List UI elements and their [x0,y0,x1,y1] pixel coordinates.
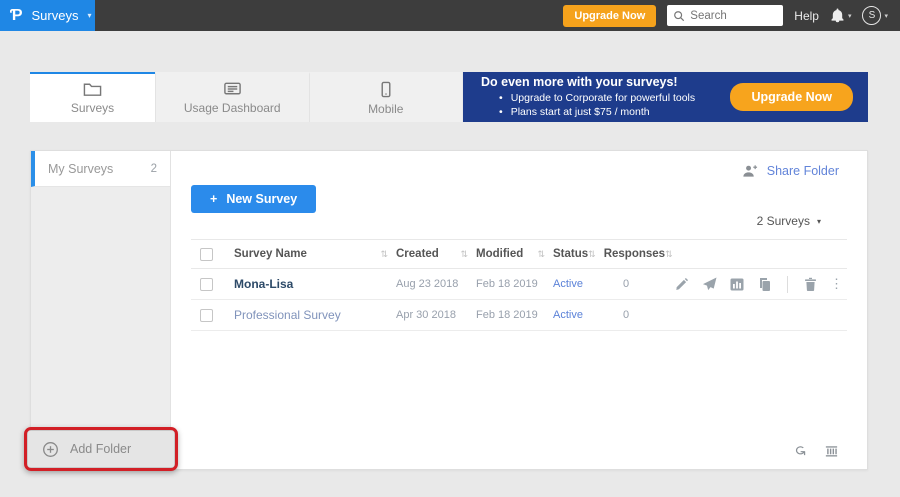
account-menu[interactable]: S ▾ [862,6,888,25]
select-all-checkbox[interactable] [200,248,213,261]
chevron-down-icon: ▾ [884,12,888,20]
row-checkbox[interactable] [200,278,213,291]
sort-icon[interactable]: ⇅ [537,249,545,260]
avatar: S [862,6,881,25]
bell-icon [830,8,845,23]
tab-usage-dashboard[interactable]: Usage Dashboard [155,72,309,122]
card-footer-icons: ↺ [793,443,839,458]
header-cell-responses: Responses ⇅ [604,248,681,260]
tab-label: Usage Dashboard [184,101,281,115]
chevron-down-icon: ▾ [848,12,852,20]
survey-list-panel: Share Folder + New Survey 2 Surveys ▾ Su… [171,151,867,469]
bullet-icon: • [499,105,503,119]
responses-count: 0 [599,278,669,290]
promo-bullet-list: • Upgrade to Corporate for powerful tool… [481,91,730,119]
sort-icon[interactable]: ⇅ [665,249,673,260]
help-link[interactable]: Help [794,9,819,23]
header-cell-created: Created ⇅ [396,248,476,260]
tab-label: Surveys [71,101,114,115]
search-input[interactable] [690,10,777,22]
plus-circle-icon [42,441,59,458]
person-plus-icon [741,164,758,178]
chevron-down-icon: ▾ [87,11,91,20]
more-options-kebab-icon[interactable]: ⋮ [830,280,843,287]
promo-text: Do even more with your surveys! • Upgrad… [463,75,730,119]
table-row: Professional Survey Apr 30 2018 Feb 18 2… [191,300,847,331]
surveys-card: My Surveys 2 Add Folder Share Folder + [30,150,868,470]
results-chart-icon[interactable] [730,278,744,291]
add-folder-button[interactable]: Add Folder [27,430,175,468]
folder-count-badge: 2 [151,163,157,175]
promo-bullet: • Plans start at just $75 / month [481,105,730,119]
tab-label: Mobile [368,102,403,116]
survey-name-link[interactable]: Professional Survey [234,308,341,322]
created-date: Aug 23 2018 [396,278,476,290]
surveys-table: Survey Name ⇅ Created ⇅ Modified ⇅ Statu… [191,239,847,331]
edit-pencil-icon[interactable] [675,277,689,291]
share-folder-button[interactable]: Share Folder [741,164,839,178]
bullet-icon: • [499,91,503,105]
header-cell-status: Status ⇅ [553,248,604,260]
promo-banner: Do even more with your surveys! • Upgrad… [463,72,868,122]
responses-count: 0 [599,309,669,321]
survey-name-link[interactable]: Mona-Lisa [234,277,293,291]
sidebar-item-my-surveys[interactable]: My Surveys 2 [31,151,170,187]
table-row: Mona-Lisa Aug 23 2018 Feb 18 2019 Active… [191,269,847,300]
new-survey-button[interactable]: + New Survey [191,185,316,213]
plus-icon: + [210,192,217,206]
status-badge: Active [553,309,599,321]
survey-count-dropdown[interactable]: 2 Surveys ▾ [757,214,821,228]
sort-icon[interactable]: ⇅ [380,249,388,260]
created-date: Apr 30 2018 [396,309,476,321]
folders-sidebar: My Surveys 2 Add Folder [31,151,171,469]
sort-icon[interactable]: ⇅ [588,249,596,260]
folder-label: My Surveys [48,162,113,176]
row-checkbox[interactable] [200,309,213,322]
topbar: Ƥ Surveys ▾ Upgrade Now Help ▾ S ▾ [0,0,900,31]
send-plane-icon[interactable] [702,277,717,291]
restore-icon[interactable]: ↺ [792,445,807,456]
sort-icon[interactable]: ⇅ [460,249,468,260]
divider [787,276,788,293]
banner-upgrade-button[interactable]: Upgrade Now [730,83,853,111]
app-logo-icon: Ƥ [10,8,23,24]
topbar-right: Upgrade Now Help ▾ S ▾ [563,5,900,27]
modified-date: Feb 18 2019 [476,278,553,290]
tab-surveys[interactable]: Surveys [30,72,155,122]
header-cell-modified: Modified ⇅ [476,248,553,260]
app-menu-label: Surveys [32,8,79,23]
app-screen: Ƥ Surveys ▾ Upgrade Now Help ▾ S ▾ [0,0,900,497]
promo-bullet: • Upgrade to Corporate for powerful tool… [481,91,730,105]
notifications-menu[interactable]: ▾ [830,8,852,23]
tab-mobile[interactable]: Mobile [309,72,463,122]
chevron-down-icon: ▾ [817,217,821,226]
table-header-row: Survey Name ⇅ Created ⇅ Modified ⇅ Statu… [191,239,847,269]
row-actions: ⋮ [669,276,847,293]
search-icon [673,10,685,22]
trash-archive-icon[interactable] [824,443,839,458]
search-box[interactable] [667,5,783,26]
header-cell [191,248,234,261]
trash-icon[interactable] [804,277,817,291]
copy-icon[interactable] [757,277,771,292]
folder-icon [83,81,102,97]
status-badge: Active [553,278,599,290]
header-cell-survey-name: Survey Name ⇅ [234,248,396,260]
dashboard-icon [223,81,242,97]
promo-title: Do even more with your surveys! [481,75,730,89]
app-menu[interactable]: Ƥ Surveys ▾ [0,0,95,31]
mobile-icon [380,81,392,98]
add-folder-label: Add Folder [70,442,131,456]
share-folder-label: Share Folder [767,164,839,178]
modified-date: Feb 18 2019 [476,309,553,321]
upgrade-now-button[interactable]: Upgrade Now [563,5,656,27]
view-tabs: Surveys Usage Dashboard Mobile [30,72,462,122]
